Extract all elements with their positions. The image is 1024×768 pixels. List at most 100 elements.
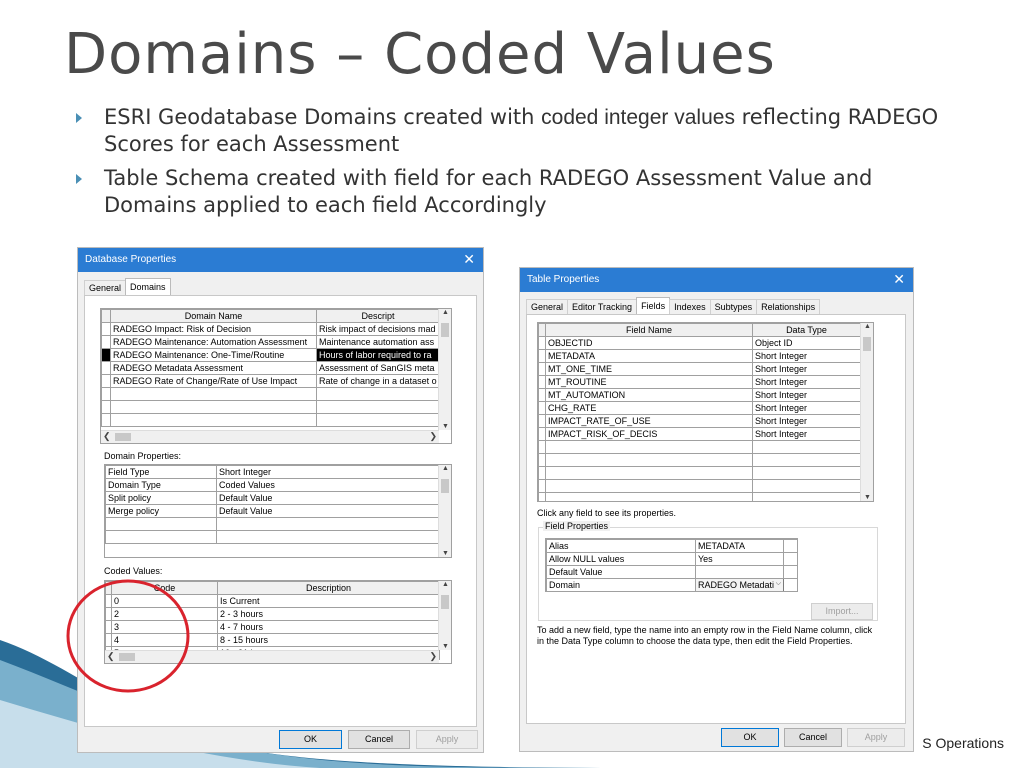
vertical-scrollbar[interactable]: ▲ ▼: [438, 465, 451, 557]
field-name-cell[interactable]: MT_ROUTINE: [545, 375, 753, 389]
domain-desc-cell[interactable]: Maintenance automation ass: [316, 335, 440, 349]
cancel-button[interactable]: Cancel: [348, 730, 410, 749]
scroll-up-icon[interactable]: ▲: [442, 465, 449, 472]
tab-general[interactable]: General: [526, 299, 569, 315]
table-row[interactable]: RADEGO Impact: Risk of Decision Risk impa…: [101, 322, 440, 336]
domain-properties-grid[interactable]: Field Type Short Integer Domain Type Coded…: [104, 464, 452, 558]
import-button[interactable]: Import...: [811, 603, 873, 620]
tab-domains[interactable]: Domains: [125, 278, 171, 296]
table-row[interactable]: Split policy Default Value: [105, 491, 440, 505]
vertical-scrollbar[interactable]: ▲ ▼: [860, 323, 873, 501]
scroll-left-icon[interactable]: ❮: [103, 431, 111, 442]
property-value[interactable]: Default Value: [216, 504, 440, 518]
column-header-domain-name[interactable]: Domain Name: [110, 309, 317, 323]
field-name-cell[interactable]: IMPACT_RISK_OF_DECIS: [545, 427, 753, 441]
table-row[interactable]: [101, 413, 440, 427]
apply-button[interactable]: Apply: [416, 730, 478, 749]
tab-relationships[interactable]: Relationships: [756, 299, 821, 315]
ok-button[interactable]: OK: [279, 730, 342, 749]
field-name-cell[interactable]: MT_ONE_TIME: [545, 362, 753, 376]
table-row[interactable]: Alias METADATA: [546, 539, 797, 553]
vertical-scrollbar[interactable]: ▲ ▼: [438, 309, 451, 430]
table-row[interactable]: MT_AUTOMATION Short Integer: [538, 388, 861, 402]
code-desc-cell[interactable]: 2 - 3 hours: [217, 607, 440, 621]
field-name-cell[interactable]: METADATA: [545, 349, 753, 363]
table-row[interactable]: [538, 479, 861, 493]
field-name-cell[interactable]: IMPACT_RATE_OF_USE: [545, 414, 753, 428]
scroll-down-icon[interactable]: ▼: [442, 423, 449, 430]
domain-desc-cell[interactable]: Rate of change in a dataset o: [316, 374, 440, 388]
table-row[interactable]: [538, 440, 861, 454]
data-type-cell[interactable]: Short Integer: [752, 349, 861, 363]
table-row[interactable]: Merge policy Default Value: [105, 504, 440, 518]
scroll-down-icon[interactable]: ▼: [864, 494, 871, 501]
table-row[interactable]: RADEGO Metadata Assessment Assessment of …: [101, 361, 440, 375]
field-name-cell[interactable]: CHG_RATE: [545, 401, 753, 415]
table-row[interactable]: Domain RADEGO Metadati ⌵: [546, 578, 797, 591]
column-header-field-name[interactable]: Field Name: [545, 323, 753, 337]
table-row[interactable]: Default Value: [546, 565, 797, 579]
data-type-cell[interactable]: Short Integer: [752, 388, 861, 402]
domain-dropdown[interactable]: RADEGO Metadati ⌵: [695, 578, 784, 591]
scroll-thumb[interactable]: [441, 479, 449, 493]
scroll-thumb[interactable]: [115, 433, 131, 441]
data-type-cell[interactable]: Short Integer: [752, 401, 861, 415]
domain-name-cell[interactable]: RADEGO Maintenance: Automation Assessmen…: [110, 335, 317, 349]
data-type-cell[interactable]: Object ID: [752, 336, 861, 350]
table-row-selected[interactable]: RADEGO Maintenance: One-Time/Routine Hour…: [101, 348, 440, 362]
code-desc-cell[interactable]: 4 - 7 hours: [217, 620, 440, 634]
scroll-down-icon[interactable]: ▼: [442, 643, 449, 650]
table-row[interactable]: [538, 453, 861, 467]
apply-button[interactable]: Apply: [847, 728, 905, 747]
code-desc-cell[interactable]: Is Current: [217, 594, 440, 608]
table-row[interactable]: CHG_RATE Short Integer: [538, 401, 861, 415]
table-row[interactable]: [105, 517, 440, 531]
table-row[interactable]: [101, 387, 440, 401]
field-name-cell[interactable]: MT_AUTOMATION: [545, 388, 753, 402]
property-value[interactable]: METADATA: [695, 539, 784, 553]
domain-name-cell[interactable]: RADEGO Impact: Risk of Decision: [110, 322, 317, 336]
ok-button[interactable]: OK: [721, 728, 779, 747]
scroll-right-icon[interactable]: ❯: [429, 651, 437, 662]
property-value[interactable]: [695, 565, 784, 579]
domain-desc-cell[interactable]: Assessment of SanGIS meta: [316, 361, 440, 375]
data-type-cell[interactable]: Short Integer: [752, 375, 861, 389]
domain-name-cell[interactable]: RADEGO Rate of Change/Rate of Use Impact: [110, 374, 317, 388]
close-icon[interactable]: ✕: [893, 271, 905, 288]
domain-name-cell[interactable]: RADEGO Maintenance: One-Time/Routine: [110, 348, 317, 362]
domain-name-cell[interactable]: RADEGO Metadata Assessment: [110, 361, 317, 375]
property-value[interactable]: Yes: [695, 552, 784, 566]
scroll-down-icon[interactable]: ▼: [442, 550, 449, 557]
scroll-thumb[interactable]: [441, 323, 449, 337]
code-desc-cell[interactable]: 8 - 15 hours: [217, 633, 440, 647]
field-name-cell[interactable]: OBJECTID: [545, 336, 753, 350]
column-header-data-type[interactable]: Data Type: [752, 323, 861, 337]
data-type-cell[interactable]: Short Integer: [752, 362, 861, 376]
horizontal-scrollbar[interactable]: ❮ ❯: [101, 430, 439, 443]
table-row[interactable]: METADATA Short Integer: [538, 349, 861, 363]
domain-grid[interactable]: Domain Name Descript RADEGO Impact: Risk …: [100, 308, 452, 444]
table-row[interactable]: RADEGO Rate of Change/Rate of Use Impact…: [101, 374, 440, 388]
table-row[interactable]: IMPACT_RATE_OF_USE Short Integer: [538, 414, 861, 428]
table-row[interactable]: Field Type Short Integer: [105, 465, 440, 479]
domain-desc-cell[interactable]: Hours of labor required to ra: [316, 348, 440, 362]
table-row[interactable]: OBJECTID Object ID: [538, 336, 861, 350]
fields-grid[interactable]: Field Name Data Type OBJECTID Object ID ME…: [537, 322, 874, 502]
scroll-right-icon[interactable]: ❯: [429, 431, 437, 442]
tab-subtypes[interactable]: Subtypes: [709, 299, 758, 315]
table-row[interactable]: Allow NULL values Yes: [546, 552, 797, 566]
scroll-thumb[interactable]: [441, 595, 449, 609]
chevron-down-icon[interactable]: ⌵: [776, 580, 781, 588]
vertical-scrollbar[interactable]: ▲ ▼: [438, 581, 451, 650]
column-header-description[interactable]: Descript: [316, 309, 440, 323]
cancel-button[interactable]: Cancel: [784, 728, 842, 747]
table-row[interactable]: [538, 466, 861, 480]
table-row[interactable]: Domain Type Coded Values: [105, 478, 440, 492]
table-row[interactable]: MT_ROUTINE Short Integer: [538, 375, 861, 389]
property-value[interactable]: Coded Values: [216, 478, 440, 492]
close-icon[interactable]: ✕: [463, 251, 475, 268]
tab-general[interactable]: General: [84, 280, 127, 296]
scroll-thumb[interactable]: [863, 337, 871, 351]
property-value[interactable]: Default Value: [216, 491, 440, 505]
data-type-cell[interactable]: Short Integer: [752, 414, 861, 428]
